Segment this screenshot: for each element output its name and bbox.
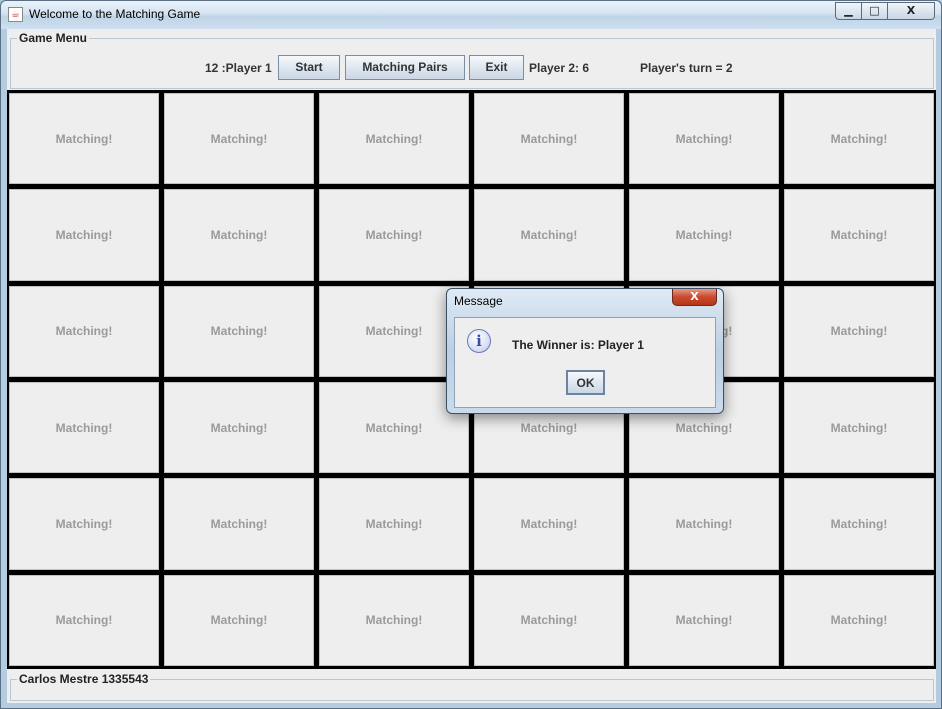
game-menu-panel: Game Menu 12 :Player 1 Start Matching Pa…: [10, 31, 934, 89]
matching-card[interactable]: Matching!: [164, 93, 314, 185]
ok-button[interactable]: OK: [566, 370, 605, 395]
matching-card[interactable]: Matching!: [319, 93, 469, 185]
matching-card[interactable]: Matching!: [319, 574, 469, 666]
matching-card[interactable]: Matching!: [164, 285, 314, 377]
maximize-button[interactable]: □: [862, 2, 888, 20]
dialog-title: Message: [454, 294, 503, 308]
matching-card[interactable]: Matching!: [9, 189, 159, 281]
matching-card[interactable]: Matching!: [474, 478, 624, 570]
dialog-close-button[interactable]: X: [672, 289, 717, 306]
footer-legend: Carlos Mestre 1335543: [17, 672, 151, 686]
matching-card[interactable]: Matching!: [629, 93, 779, 185]
matching-card[interactable]: Matching!: [9, 478, 159, 570]
footer-panel: Carlos Mestre 1335543: [10, 672, 934, 701]
matching-card[interactable]: Matching!: [164, 478, 314, 570]
close-button[interactable]: X: [888, 2, 935, 20]
matching-pairs-button[interactable]: Matching Pairs: [345, 55, 465, 80]
matching-card[interactable]: Matching!: [629, 574, 779, 666]
minimize-button[interactable]: ▁: [835, 2, 862, 20]
info-icon: i: [467, 329, 491, 353]
game-menu-row: 12 :Player 1 Start Matching Pairs Exit P…: [11, 55, 933, 81]
matching-card[interactable]: Matching!: [474, 574, 624, 666]
game-menu-legend: Game Menu: [17, 31, 90, 45]
matching-card[interactable]: Matching!: [164, 382, 314, 474]
matching-card[interactable]: Matching!: [319, 189, 469, 281]
window-controls: ▁ □ X: [835, 2, 935, 21]
matching-card[interactable]: Matching!: [629, 189, 779, 281]
matching-card[interactable]: Matching!: [319, 478, 469, 570]
matching-card[interactable]: Matching!: [164, 574, 314, 666]
matching-card[interactable]: Matching!: [784, 478, 934, 570]
player2-score-label: Player 2: 6: [529, 61, 590, 75]
title-bar[interactable]: ☕ Welcome to the Matching Game ▁ □ X: [1, 1, 941, 29]
matching-card[interactable]: Matching!: [784, 93, 934, 185]
matching-card[interactable]: Matching!: [9, 93, 159, 185]
matching-card[interactable]: Matching!: [474, 93, 624, 185]
matching-card[interactable]: Matching!: [9, 285, 159, 377]
matching-card[interactable]: Matching!: [784, 382, 934, 474]
matching-card[interactable]: Matching!: [9, 382, 159, 474]
matching-card[interactable]: Matching!: [784, 285, 934, 377]
matching-card[interactable]: Matching!: [164, 189, 314, 281]
start-button[interactable]: Start: [278, 55, 340, 80]
matching-card[interactable]: Matching!: [784, 574, 934, 666]
player1-score-label: 12 :Player 1: [205, 61, 272, 75]
matching-card[interactable]: Matching!: [474, 189, 624, 281]
turn-label: Player's turn = 2: [640, 61, 733, 75]
matching-card[interactable]: Matching!: [629, 478, 779, 570]
message-dialog: Message X i The Winner is: Player 1 OK: [446, 288, 724, 414]
matching-card[interactable]: Matching!: [784, 189, 934, 281]
winner-message: The Winner is: Player 1: [512, 338, 644, 352]
dialog-body: i The Winner is: Player 1 OK: [454, 317, 716, 408]
exit-button[interactable]: Exit: [469, 55, 524, 80]
window-title: Welcome to the Matching Game: [29, 7, 201, 21]
java-icon: ☕: [8, 7, 23, 22]
matching-card[interactable]: Matching!: [9, 574, 159, 666]
